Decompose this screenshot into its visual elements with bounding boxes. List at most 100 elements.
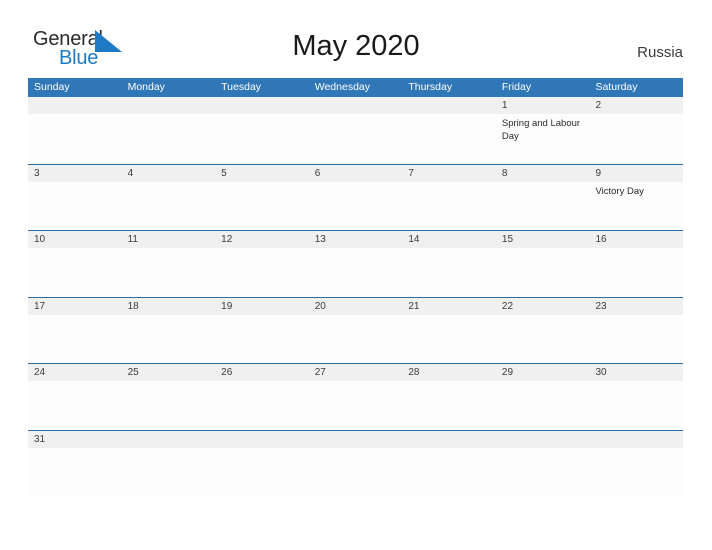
- weekday-header-friday: Friday: [501, 81, 532, 93]
- day-cell-15[interactable]: 15: [496, 231, 590, 297]
- day-number: 6: [314, 167, 321, 179]
- week-rows-container: 1 Spring and Labour Day 2 3 4 5 6 7 8 9 Victory Da…: [28, 97, 683, 497]
- day-cell-22[interactable]: 22: [496, 298, 590, 364]
- day-cell-29[interactable]: 29: [496, 364, 590, 430]
- day-cell-3[interactable]: 3: [28, 165, 122, 231]
- day-cell-4[interactable]: 4: [122, 165, 216, 231]
- day-number: 27: [314, 367, 326, 379]
- day-cell-24[interactable]: 24: [28, 364, 122, 430]
- day-cell-26[interactable]: 26: [215, 364, 309, 430]
- day-number: 24: [34, 367, 46, 379]
- week-days: 10 11 12 13 14 15 16: [28, 231, 683, 297]
- week-days: 1 Spring and Labour Day 2: [28, 97, 683, 164]
- day-number: 20: [314, 300, 326, 312]
- weekday-header-thursday: Thursday: [408, 81, 453, 93]
- day-cell-31[interactable]: 31: [28, 431, 122, 497]
- day-cell-11[interactable]: 11: [122, 231, 216, 297]
- day-cell-empty: [215, 431, 309, 497]
- week-row: 17 18 19 20 21 22 23: [28, 296, 683, 364]
- day-number: 8: [501, 167, 508, 179]
- weekday-header-sunday: Sunday: [34, 81, 70, 93]
- day-number: [408, 97, 496, 114]
- day-number: 1: [501, 100, 508, 111]
- day-cell-empty: [122, 431, 216, 497]
- day-cell-10[interactable]: 10: [28, 231, 122, 297]
- day-number: 17: [34, 300, 46, 312]
- day-cell-8[interactable]: 8: [496, 165, 590, 231]
- day-number: 31: [34, 433, 46, 445]
- week-days: 3 4 5 6 7 8 9 Victory Day: [28, 165, 683, 231]
- day-cell-empty: [309, 97, 403, 164]
- day-cell-20[interactable]: 20: [309, 298, 403, 364]
- day-cell-30[interactable]: 30: [589, 364, 683, 430]
- day-cell-empty: [122, 97, 216, 164]
- day-cell-28[interactable]: 28: [402, 364, 496, 430]
- holiday-label: Spring and Labour Day: [501, 118, 581, 142]
- day-number: 13: [314, 234, 326, 246]
- page-header: General Blue May 2020 Russia: [0, 0, 712, 76]
- day-cell-empty: [215, 97, 309, 164]
- day-number: [502, 431, 590, 448]
- day-number: 10: [34, 234, 46, 246]
- day-number: 9: [595, 167, 602, 179]
- day-number: 16: [595, 234, 607, 246]
- day-number: [34, 97, 122, 114]
- day-cell-7[interactable]: 7: [402, 165, 496, 231]
- day-number: 29: [501, 367, 514, 379]
- week-days: 24 25 26 27 28 29 30: [28, 364, 683, 430]
- day-number: 21: [408, 300, 420, 312]
- week-row: 24 25 26 27 28 29 30: [28, 363, 683, 430]
- day-events: Spring and Labour Day: [502, 114, 590, 143]
- day-cell-1[interactable]: 1 Spring and Labour Day: [496, 97, 590, 164]
- day-number: [315, 431, 403, 448]
- day-number: 11: [127, 234, 138, 246]
- day-events: Victory Day: [595, 182, 683, 199]
- holiday-label: Victory Day: [595, 185, 644, 197]
- day-number: [595, 431, 683, 448]
- calendar-grid: Sunday Monday Tuesday Wednesday Thursday Frid…: [28, 78, 683, 497]
- week-row: 31: [28, 429, 683, 497]
- day-cell-5[interactable]: 5: [215, 165, 309, 231]
- day-cell-13[interactable]: 13: [309, 231, 403, 297]
- week-row: 1 Spring and Labour Day 2: [28, 97, 683, 164]
- day-number: 3: [34, 167, 40, 179]
- day-cell-empty: [589, 431, 683, 497]
- day-number: [221, 431, 309, 448]
- day-cell-empty: [402, 97, 496, 164]
- day-number: 28: [408, 367, 420, 379]
- day-cell-empty: [28, 97, 122, 164]
- day-cell-6[interactable]: 6: [309, 165, 403, 231]
- day-cell-2[interactable]: 2: [589, 97, 683, 164]
- day-number: [408, 431, 496, 448]
- weekday-header-tuesday: Tuesday: [221, 81, 262, 93]
- day-cell-17[interactable]: 17: [28, 298, 122, 364]
- week-row: 10 11 12 13 14 15 16: [28, 230, 683, 297]
- day-cell-9[interactable]: 9 Victory Day: [589, 165, 683, 231]
- day-number: 14: [408, 234, 420, 246]
- day-number: 15: [501, 234, 514, 246]
- country-label: Russia: [637, 44, 683, 61]
- day-cell-19[interactable]: 19: [215, 298, 309, 364]
- day-cell-27[interactable]: 27: [309, 364, 403, 430]
- day-number: 5: [221, 167, 227, 179]
- day-number: [315, 97, 403, 114]
- day-cell-23[interactable]: 23: [589, 298, 683, 364]
- day-cell-18[interactable]: 18: [122, 298, 216, 364]
- week-row: 3 4 5 6 7 8 9 Victory Day: [28, 163, 683, 231]
- day-cell-25[interactable]: 25: [122, 364, 216, 430]
- day-cell-14[interactable]: 14: [402, 231, 496, 297]
- day-cell-16[interactable]: 16: [589, 231, 683, 297]
- day-number: [128, 97, 216, 114]
- weekday-header-monday: Monday: [127, 81, 165, 93]
- weekday-header-saturday: Saturday: [595, 81, 638, 93]
- day-number: [221, 97, 309, 114]
- weekday-header-row: Sunday Monday Tuesday Wednesday Thursday Frid…: [28, 78, 683, 97]
- day-cell-12[interactable]: 12: [215, 231, 309, 297]
- day-number: 25: [127, 367, 139, 379]
- day-cell-21[interactable]: 21: [402, 298, 496, 364]
- day-number: 4: [127, 167, 134, 179]
- day-number: 30: [595, 367, 607, 379]
- day-number: 23: [595, 300, 607, 312]
- day-number: 7: [408, 167, 414, 179]
- day-number: 12: [221, 234, 233, 246]
